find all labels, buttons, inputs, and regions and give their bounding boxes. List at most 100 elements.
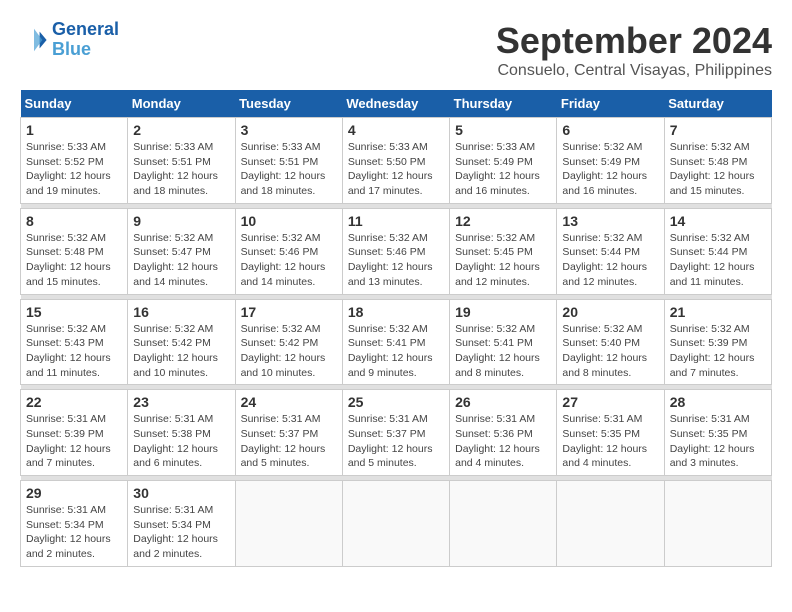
- day-info: Sunrise: 5:32 AM Sunset: 5:46 PM Dayligh…: [348, 231, 444, 290]
- day-info: Sunrise: 5:31 AM Sunset: 5:37 PM Dayligh…: [348, 412, 444, 471]
- title-area: September 2024 Consuelo, Central Visayas…: [496, 20, 772, 80]
- day-number: 12: [455, 213, 551, 229]
- day-info: Sunrise: 5:32 AM Sunset: 5:39 PM Dayligh…: [670, 322, 766, 381]
- day-cell: [664, 481, 771, 567]
- logo-icon: [20, 26, 48, 54]
- logo: General Blue: [20, 20, 119, 60]
- day-cell: 11 Sunrise: 5:32 AM Sunset: 5:46 PM Dayl…: [342, 208, 449, 294]
- day-cell: 23 Sunrise: 5:31 AM Sunset: 5:38 PM Dayl…: [128, 390, 235, 476]
- day-cell: 6 Sunrise: 5:32 AM Sunset: 5:49 PM Dayli…: [557, 118, 664, 204]
- day-cell: 27 Sunrise: 5:31 AM Sunset: 5:35 PM Dayl…: [557, 390, 664, 476]
- day-info: Sunrise: 5:31 AM Sunset: 5:36 PM Dayligh…: [455, 412, 551, 471]
- day-number: 29: [26, 485, 122, 501]
- day-cell: 9 Sunrise: 5:32 AM Sunset: 5:47 PM Dayli…: [128, 208, 235, 294]
- col-saturday: Saturday: [664, 90, 771, 118]
- day-cell: 24 Sunrise: 5:31 AM Sunset: 5:37 PM Dayl…: [235, 390, 342, 476]
- day-info: Sunrise: 5:32 AM Sunset: 5:47 PM Dayligh…: [133, 231, 229, 290]
- day-cell: 7 Sunrise: 5:32 AM Sunset: 5:48 PM Dayli…: [664, 118, 771, 204]
- day-cell: 8 Sunrise: 5:32 AM Sunset: 5:48 PM Dayli…: [21, 208, 128, 294]
- day-number: 15: [26, 304, 122, 320]
- day-number: 5: [455, 122, 551, 138]
- day-cell: 17 Sunrise: 5:32 AM Sunset: 5:42 PM Dayl…: [235, 299, 342, 385]
- col-monday: Monday: [128, 90, 235, 118]
- day-number: 23: [133, 394, 229, 410]
- day-info: Sunrise: 5:31 AM Sunset: 5:34 PM Dayligh…: [26, 503, 122, 562]
- day-cell: 1 Sunrise: 5:33 AM Sunset: 5:52 PM Dayli…: [21, 118, 128, 204]
- col-friday: Friday: [557, 90, 664, 118]
- header-row: Sunday Monday Tuesday Wednesday Thursday…: [21, 90, 772, 118]
- day-number: 9: [133, 213, 229, 229]
- day-info: Sunrise: 5:32 AM Sunset: 5:40 PM Dayligh…: [562, 322, 658, 381]
- day-number: 26: [455, 394, 551, 410]
- day-info: Sunrise: 5:32 AM Sunset: 5:41 PM Dayligh…: [455, 322, 551, 381]
- day-cell: 22 Sunrise: 5:31 AM Sunset: 5:39 PM Dayl…: [21, 390, 128, 476]
- day-info: Sunrise: 5:31 AM Sunset: 5:37 PM Dayligh…: [241, 412, 337, 471]
- day-info: Sunrise: 5:31 AM Sunset: 5:35 PM Dayligh…: [670, 412, 766, 471]
- day-cell: 19 Sunrise: 5:32 AM Sunset: 5:41 PM Dayl…: [450, 299, 557, 385]
- day-info: Sunrise: 5:31 AM Sunset: 5:35 PM Dayligh…: [562, 412, 658, 471]
- day-info: Sunrise: 5:32 AM Sunset: 5:42 PM Dayligh…: [241, 322, 337, 381]
- day-info: Sunrise: 5:31 AM Sunset: 5:39 PM Dayligh…: [26, 412, 122, 471]
- day-number: 10: [241, 213, 337, 229]
- day-cell: 21 Sunrise: 5:32 AM Sunset: 5:39 PM Dayl…: [664, 299, 771, 385]
- location-title: Consuelo, Central Visayas, Philippines: [496, 62, 772, 80]
- day-number: 11: [348, 213, 444, 229]
- day-cell: 29 Sunrise: 5:31 AM Sunset: 5:34 PM Dayl…: [21, 481, 128, 567]
- week-row-1: 1 Sunrise: 5:33 AM Sunset: 5:52 PM Dayli…: [21, 118, 772, 204]
- day-number: 16: [133, 304, 229, 320]
- day-cell: 13 Sunrise: 5:32 AM Sunset: 5:44 PM Dayl…: [557, 208, 664, 294]
- day-cell: 25 Sunrise: 5:31 AM Sunset: 5:37 PM Dayl…: [342, 390, 449, 476]
- day-cell: 3 Sunrise: 5:33 AM Sunset: 5:51 PM Dayli…: [235, 118, 342, 204]
- col-sunday: Sunday: [21, 90, 128, 118]
- day-cell: [557, 481, 664, 567]
- day-number: 21: [670, 304, 766, 320]
- day-cell: 18 Sunrise: 5:32 AM Sunset: 5:41 PM Dayl…: [342, 299, 449, 385]
- day-cell: 30 Sunrise: 5:31 AM Sunset: 5:34 PM Dayl…: [128, 481, 235, 567]
- month-title: September 2024: [496, 20, 772, 62]
- day-cell: 26 Sunrise: 5:31 AM Sunset: 5:36 PM Dayl…: [450, 390, 557, 476]
- day-info: Sunrise: 5:31 AM Sunset: 5:38 PM Dayligh…: [133, 412, 229, 471]
- day-info: Sunrise: 5:32 AM Sunset: 5:43 PM Dayligh…: [26, 322, 122, 381]
- day-info: Sunrise: 5:33 AM Sunset: 5:52 PM Dayligh…: [26, 140, 122, 199]
- page-header: General Blue September 2024 Consuelo, Ce…: [20, 20, 772, 80]
- day-info: Sunrise: 5:32 AM Sunset: 5:44 PM Dayligh…: [562, 231, 658, 290]
- week-row-5: 29 Sunrise: 5:31 AM Sunset: 5:34 PM Dayl…: [21, 481, 772, 567]
- week-row-4: 22 Sunrise: 5:31 AM Sunset: 5:39 PM Dayl…: [21, 390, 772, 476]
- day-number: 27: [562, 394, 658, 410]
- day-number: 25: [348, 394, 444, 410]
- day-number: 3: [241, 122, 337, 138]
- day-number: 28: [670, 394, 766, 410]
- day-info: Sunrise: 5:33 AM Sunset: 5:51 PM Dayligh…: [133, 140, 229, 199]
- day-number: 19: [455, 304, 551, 320]
- day-cell: 28 Sunrise: 5:31 AM Sunset: 5:35 PM Dayl…: [664, 390, 771, 476]
- calendar-table: Sunday Monday Tuesday Wednesday Thursday…: [20, 90, 772, 567]
- day-number: 18: [348, 304, 444, 320]
- day-info: Sunrise: 5:32 AM Sunset: 5:41 PM Dayligh…: [348, 322, 444, 381]
- day-number: 7: [670, 122, 766, 138]
- day-cell: [235, 481, 342, 567]
- day-number: 20: [562, 304, 658, 320]
- day-info: Sunrise: 5:33 AM Sunset: 5:49 PM Dayligh…: [455, 140, 551, 199]
- col-tuesday: Tuesday: [235, 90, 342, 118]
- day-number: 30: [133, 485, 229, 501]
- day-cell: 10 Sunrise: 5:32 AM Sunset: 5:46 PM Dayl…: [235, 208, 342, 294]
- week-row-2: 8 Sunrise: 5:32 AM Sunset: 5:48 PM Dayli…: [21, 208, 772, 294]
- day-info: Sunrise: 5:32 AM Sunset: 5:44 PM Dayligh…: [670, 231, 766, 290]
- day-cell: 16 Sunrise: 5:32 AM Sunset: 5:42 PM Dayl…: [128, 299, 235, 385]
- day-cell: [342, 481, 449, 567]
- day-info: Sunrise: 5:32 AM Sunset: 5:46 PM Dayligh…: [241, 231, 337, 290]
- day-number: 14: [670, 213, 766, 229]
- col-thursday: Thursday: [450, 90, 557, 118]
- day-number: 6: [562, 122, 658, 138]
- logo-line1: General: [52, 19, 119, 39]
- day-number: 4: [348, 122, 444, 138]
- day-cell: 20 Sunrise: 5:32 AM Sunset: 5:40 PM Dayl…: [557, 299, 664, 385]
- day-info: Sunrise: 5:32 AM Sunset: 5:45 PM Dayligh…: [455, 231, 551, 290]
- day-info: Sunrise: 5:32 AM Sunset: 5:48 PM Dayligh…: [26, 231, 122, 290]
- day-info: Sunrise: 5:33 AM Sunset: 5:50 PM Dayligh…: [348, 140, 444, 199]
- day-number: 24: [241, 394, 337, 410]
- day-number: 8: [26, 213, 122, 229]
- day-cell: 4 Sunrise: 5:33 AM Sunset: 5:50 PM Dayli…: [342, 118, 449, 204]
- day-info: Sunrise: 5:32 AM Sunset: 5:49 PM Dayligh…: [562, 140, 658, 199]
- day-info: Sunrise: 5:33 AM Sunset: 5:51 PM Dayligh…: [241, 140, 337, 199]
